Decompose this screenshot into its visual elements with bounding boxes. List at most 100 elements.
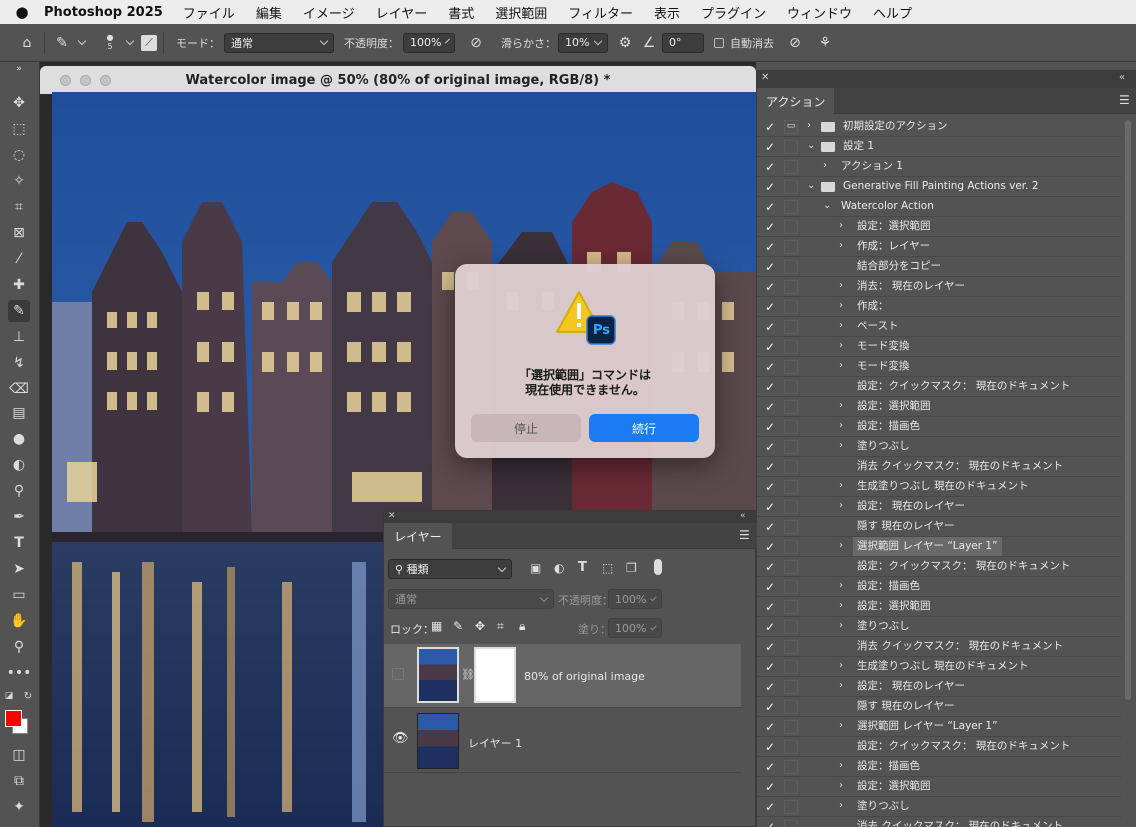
action-row[interactable]: ✓ ⌄ 設定 1 <box>757 137 1121 157</box>
actions-scrollbar[interactable] <box>1125 120 1131 700</box>
toggle-dialog-box[interactable] <box>784 560 798 574</box>
chevron-right-icon[interactable]: › <box>839 320 849 331</box>
toggle-item-check-icon[interactable]: ✓ <box>765 300 777 314</box>
toggle-item-check-icon[interactable]: ✓ <box>765 560 777 574</box>
toggle-dialog-box[interactable] <box>784 180 798 194</box>
action-row[interactable]: ✓ › 設定：選択範囲 <box>757 397 1121 417</box>
action-row[interactable]: ✓ 設定：クイックマスク： 現在のドキュメント <box>757 737 1121 757</box>
toggle-dialog-box[interactable] <box>784 420 798 434</box>
action-row[interactable]: ✓ › 生成塗りつぶし 現在のドキュメント <box>757 657 1121 677</box>
toggle-item-check-icon[interactable]: ✓ <box>765 680 777 694</box>
zoom-window-button[interactable] <box>100 75 111 86</box>
more-tools-icon[interactable]: ••• <box>7 662 32 684</box>
auto-erase-checkbox[interactable] <box>714 37 724 48</box>
toggle-dialog-box[interactable] <box>784 280 798 294</box>
toggle-dialog-box[interactable] <box>784 140 798 154</box>
chevron-right-icon[interactable]: › <box>839 800 849 811</box>
toggle-dialog-box[interactable] <box>784 520 798 534</box>
toggle-dialog-box[interactable] <box>784 240 798 254</box>
tab-layers[interactable]: レイヤー <box>384 523 452 549</box>
toggle-item-check-icon[interactable]: ✓ <box>765 360 777 374</box>
action-row[interactable]: ✓ › モード変換 <box>757 337 1121 357</box>
hand-tool-icon[interactable]: ✋ <box>8 610 30 632</box>
auto-erase-checkbox-wrap[interactable]: 自動消去 <box>714 33 774 53</box>
chevron-right-icon[interactable]: › <box>839 600 849 611</box>
collapse-panel-icon[interactable]: « <box>740 511 746 521</box>
chevron-down-icon[interactable] <box>125 36 135 46</box>
visibility-toggle[interactable] <box>392 668 404 680</box>
blur-tool-icon[interactable]: ● <box>8 428 30 450</box>
chevron-right-icon[interactable]: › <box>839 440 849 451</box>
chevron-right-icon[interactable]: › <box>839 400 849 411</box>
action-row[interactable]: ✓ › 設定：選択範囲 <box>757 777 1121 797</box>
toggle-item-check-icon[interactable]: ✓ <box>765 260 777 274</box>
toggle-item-check-icon[interactable]: ✓ <box>765 580 777 594</box>
toggle-dialog-box[interactable] <box>784 640 798 654</box>
chevron-right-icon[interactable]: › <box>839 340 849 351</box>
toggle-dialog-box[interactable] <box>784 260 798 274</box>
close-panel-icon[interactable]: ✕ <box>388 511 396 521</box>
toggle-item-check-icon[interactable]: ✓ <box>765 540 777 554</box>
type-tool-icon[interactable]: T <box>8 532 30 554</box>
toggle-item-check-icon[interactable]: ✓ <box>765 800 777 814</box>
chevron-down-icon[interactable]: ⌄ <box>807 140 817 151</box>
healing-brush-tool-icon[interactable]: ✚ <box>8 274 30 296</box>
layer-row[interactable]: 👁︎ レイヤー 1 <box>384 709 741 773</box>
marquee-tool-icon[interactable]: ⬚ <box>8 118 30 140</box>
chevron-right-icon[interactable]: › <box>839 780 849 791</box>
chevron-down-icon[interactable]: ⌄ <box>807 180 817 191</box>
toggle-dialog-box[interactable] <box>784 380 798 394</box>
chevron-right-icon[interactable]: › <box>807 120 817 131</box>
history-brush-tool-icon[interactable]: ↯ <box>8 352 30 374</box>
chevron-right-icon[interactable]: › <box>839 220 849 231</box>
action-row[interactable]: ✓ ▭ › 初期設定のアクション <box>757 117 1121 137</box>
chevron-right-icon[interactable]: › <box>839 660 849 671</box>
action-row[interactable]: ✓ 隠す 現在のレイヤー <box>757 517 1121 537</box>
action-row[interactable]: ✓ › 設定： 現在のレイヤー <box>757 677 1121 697</box>
toggle-item-check-icon[interactable]: ✓ <box>765 320 777 334</box>
filter-type-icon[interactable]: T <box>578 560 587 575</box>
chevron-down-icon[interactable] <box>77 36 87 46</box>
toggle-dialog-box[interactable] <box>784 300 798 314</box>
toggle-dialog-box[interactable] <box>784 320 798 334</box>
layer-name[interactable]: レイヤー 1 <box>468 735 522 751</box>
mode-dropdown[interactable]: 通常 <box>224 32 334 53</box>
fill-field[interactable]: 100% <box>608 618 662 638</box>
action-row[interactable]: ✓ 結合部分をコピー <box>757 257 1121 277</box>
angle-field[interactable]: 0° <box>662 32 704 53</box>
toggle-item-check-icon[interactable]: ✓ <box>765 500 777 514</box>
filter-pixel-icon[interactable]: ▣ <box>530 561 541 575</box>
magic-wand-tool-icon[interactable]: ✧ <box>8 170 30 192</box>
action-row[interactable]: ✓ › 設定：描画色 <box>757 757 1121 777</box>
dodge-tool-icon[interactable]: ◐ <box>8 454 30 476</box>
toggle-dialog-box[interactable] <box>784 680 798 694</box>
chevron-down-icon[interactable]: ⌄ <box>823 200 833 211</box>
toggle-item-check-icon[interactable]: ✓ <box>765 340 777 354</box>
toggle-dialog-box[interactable] <box>784 720 798 734</box>
toggle-item-check-icon[interactable]: ✓ <box>765 820 777 827</box>
toggle-dialog-box[interactable] <box>784 480 798 494</box>
toggle-dialog-box[interactable] <box>784 700 798 714</box>
gear-icon[interactable]: ⚙ <box>614 32 636 54</box>
toggle-item-check-icon[interactable]: ✓ <box>765 660 777 674</box>
toggle-item-check-icon[interactable]: ✓ <box>765 460 777 474</box>
action-row[interactable]: ✓ › 設定： 現在のレイヤー <box>757 497 1121 517</box>
toggle-item-check-icon[interactable]: ✓ <box>765 620 777 634</box>
eye-icon[interactable]: 👁︎ <box>392 731 409 746</box>
action-row[interactable]: ✓ › 設定：描画色 <box>757 577 1121 597</box>
action-row[interactable]: ✓ › 選択範囲 レイヤー “Layer 1” <box>757 717 1121 737</box>
stop-button[interactable]: 停止 <box>471 414 581 442</box>
pencil-tool-preset-icon[interactable]: ✎ <box>51 32 73 54</box>
toggle-dialog-box[interactable] <box>784 200 798 214</box>
brush-settings-icon[interactable]: ⟋ <box>141 34 157 51</box>
chevron-right-icon[interactable]: › <box>839 300 849 311</box>
eraser-tool-icon[interactable]: ⌫ <box>8 378 30 400</box>
toggle-item-check-icon[interactable]: ✓ <box>765 780 777 794</box>
toggle-item-check-icon[interactable]: ✓ <box>765 740 777 754</box>
action-row[interactable]: ✓ 消去 クイックマスク： 現在のドキュメント <box>757 457 1121 477</box>
toggle-item-check-icon[interactable]: ✓ <box>765 380 777 394</box>
action-row[interactable]: ✓ 設定：クイックマスク： 現在のドキュメント <box>757 377 1121 397</box>
toggle-item-check-icon[interactable]: ✓ <box>765 700 777 714</box>
tab-actions[interactable]: アクション <box>757 88 835 114</box>
toggle-item-check-icon[interactable]: ✓ <box>765 420 777 434</box>
